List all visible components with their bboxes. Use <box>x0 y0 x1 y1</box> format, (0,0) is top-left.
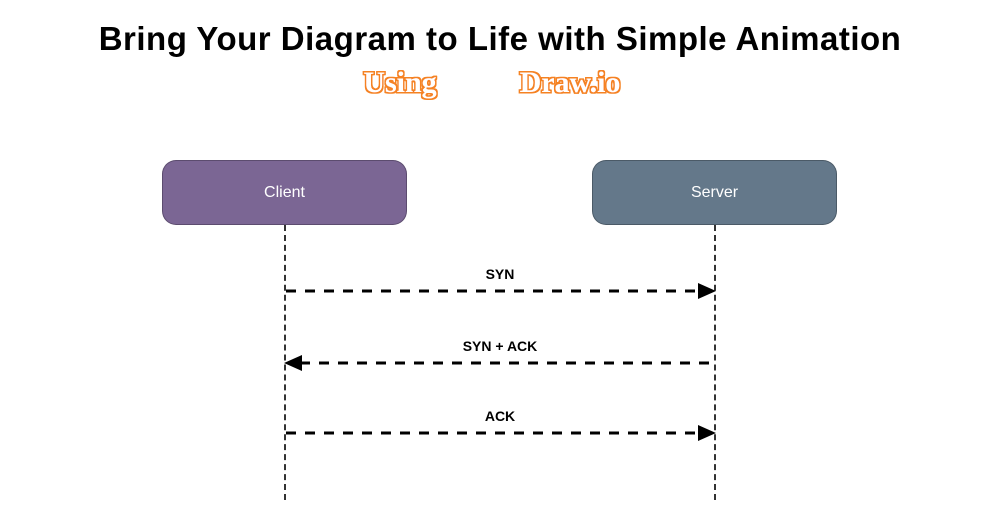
message-3-arrow <box>284 423 716 443</box>
sequence-diagram: Client Server SYN SYN + ACK ACK <box>0 160 1000 500</box>
client-node-label: Client <box>264 184 305 202</box>
message-1-label: SYN <box>286 266 714 282</box>
client-node: Client <box>162 160 407 225</box>
message-3-label: ACK <box>286 408 714 424</box>
message-1-arrow <box>284 281 716 301</box>
server-node: Server <box>592 160 837 225</box>
page-title: Bring Your Diagram to Life with Simple A… <box>0 20 1000 58</box>
message-2-label: SYN + ACK <box>286 338 714 354</box>
subtitle: Using Draw.io <box>0 60 1000 109</box>
subtitle-svg: Using Draw.io <box>310 60 690 104</box>
message-2-arrow <box>284 353 716 373</box>
subtitle-word-1: Using <box>363 66 436 99</box>
server-node-label: Server <box>691 184 738 202</box>
subtitle-word-2: Draw.io <box>520 66 621 99</box>
